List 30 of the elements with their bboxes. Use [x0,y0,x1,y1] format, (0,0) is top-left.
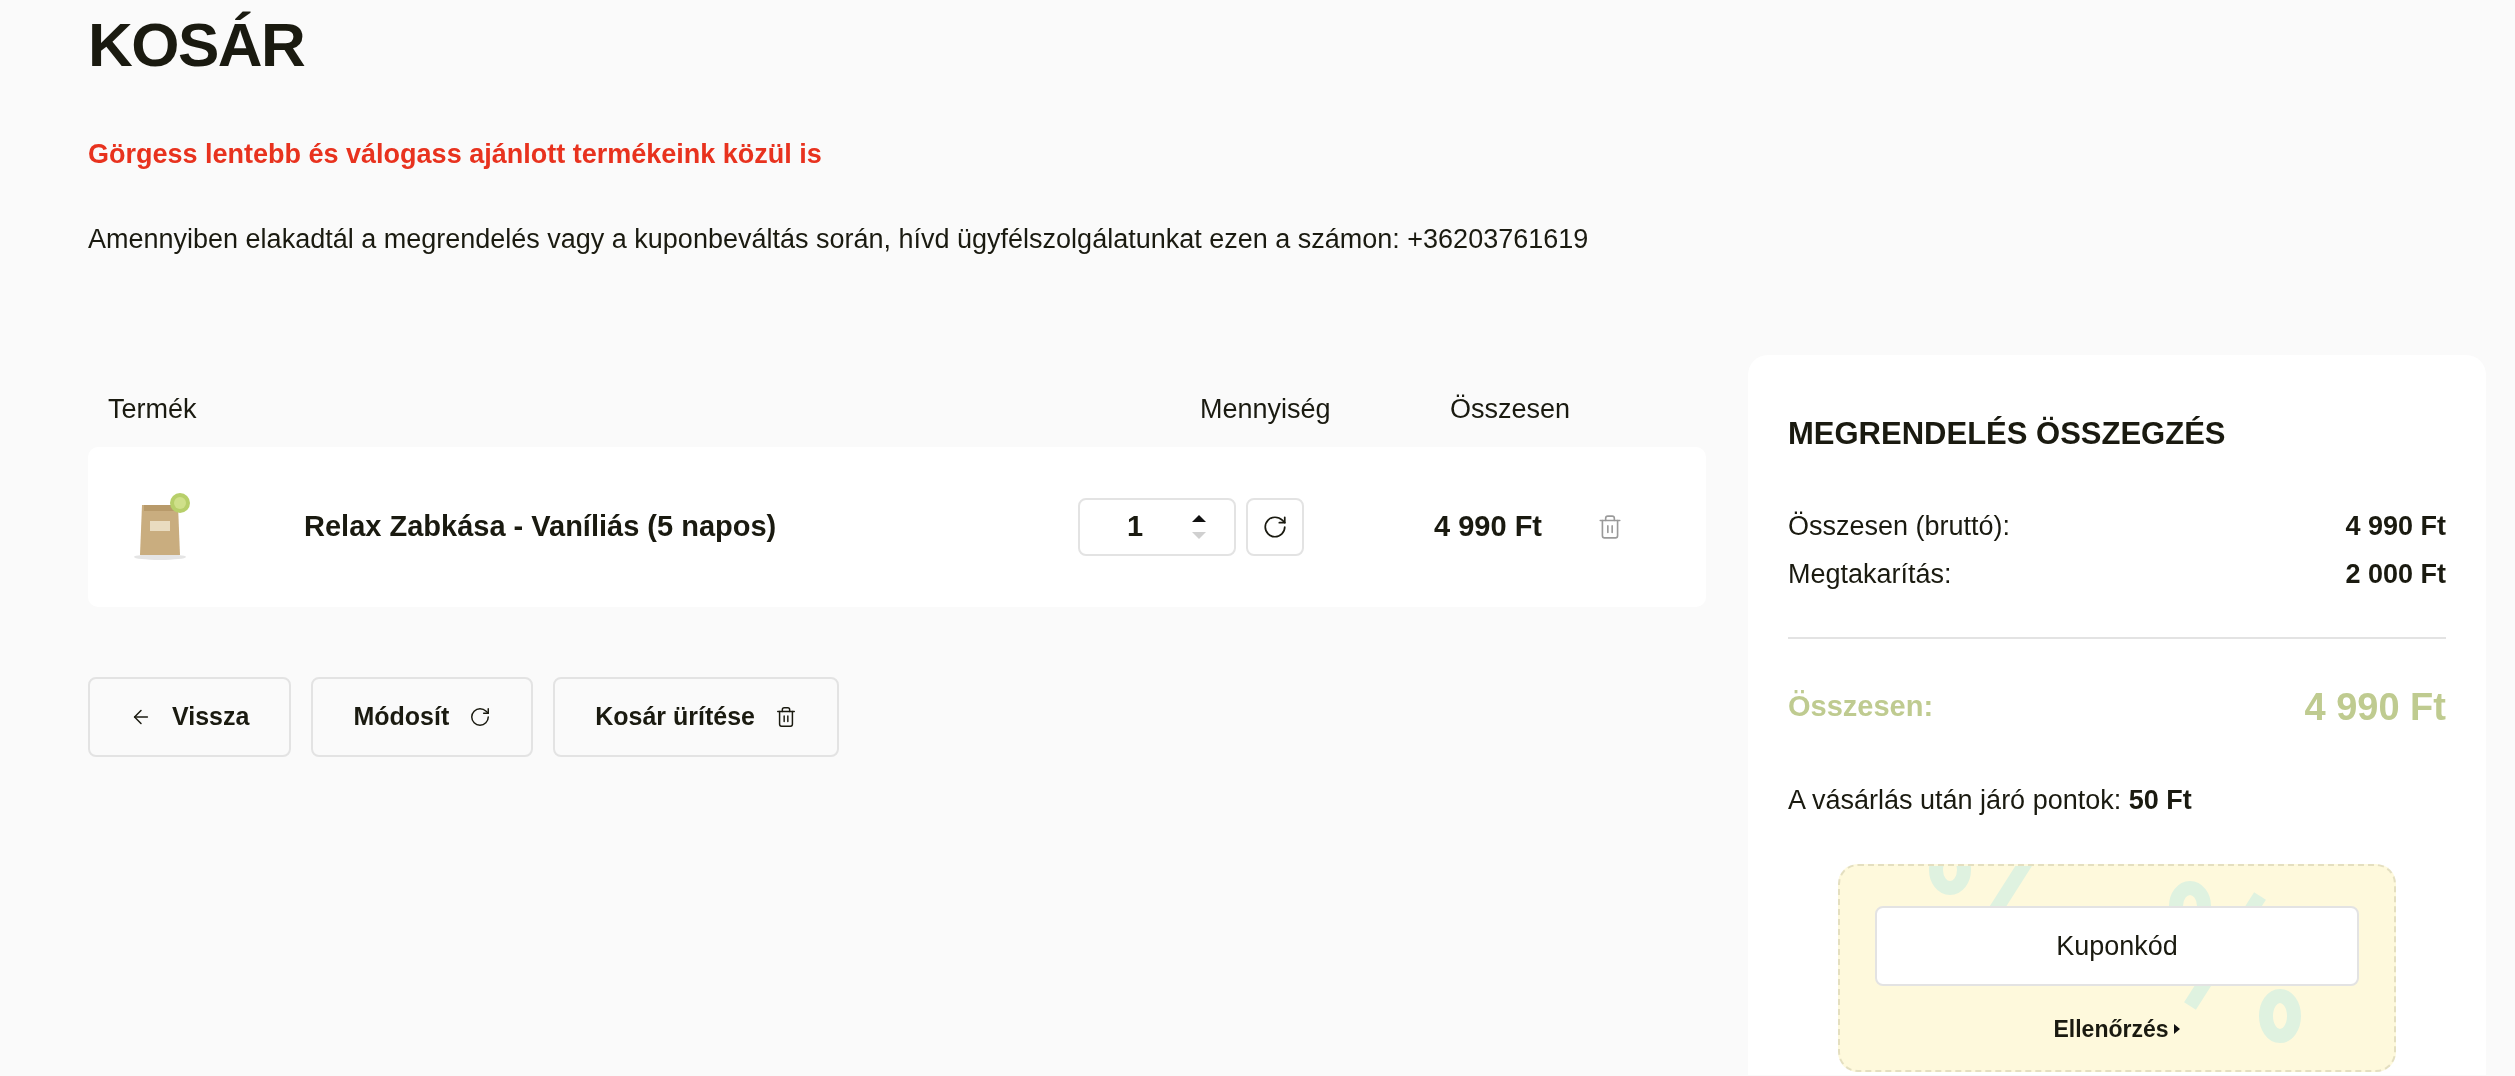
refresh-button[interactable] [1246,498,1304,556]
action-button[interactable]: Vissza [88,677,292,757]
quantity-field[interactable]: 1 [1078,498,1236,556]
check-link[interactable]: Ellenőrzés [2053,1012,2181,1047]
help-text: Amennyiben elakadtál a megrendelés vagy a kuponbeváltás során, hívd ügyfélszolgálatunkat ezen a számon: +36203761619 [88,222,1590,256]
notice-text: Görgess lentebb és válogass ajánlott termékeink közül is [88,138,823,171]
product-name[interactable]: Relax Zabkása - Vaníliás (5 napos) [304,505,1044,549]
trash-icon [1597,514,1623,540]
coupon-field[interactable]: Kuponkód [1875,906,2359,986]
action-button[interactable]: Módosít [311,677,534,757]
column-header: Összesen [1450,392,1571,426]
points-text: A vásárlás után járó pontok: 50 Ft [1788,783,2193,817]
page-title: KOSÁR [88,10,306,80]
column-header: Termék [108,392,198,426]
trash-icon [775,706,797,728]
refresh-icon [469,706,492,728]
total-label: Összesen: [1788,689,1934,725]
caret-icon [2172,1023,2181,1036]
spinner-arrows-icon[interactable] [1190,512,1208,542]
delete-button[interactable] [1596,512,1624,542]
summary-label: Összesen (bruttó): [1788,509,2011,543]
action-button[interactable]: Kosár ürítése [553,677,839,757]
summary-label: Megtakarítás: [1788,558,1952,591]
line-total: 4 990 Ft [1433,509,1542,545]
refresh-icon [1262,514,1288,540]
summary-value: 4 990 Ft [2345,509,2446,543]
summary-title: MEGRENDELÉS ÖSSZEGZÉS [1788,415,2227,453]
total-value: 4 990 Ft [2304,684,2446,730]
column-header: Mennyiség [1200,392,1332,426]
summary-value: 2 000 Ft [2345,558,2446,591]
